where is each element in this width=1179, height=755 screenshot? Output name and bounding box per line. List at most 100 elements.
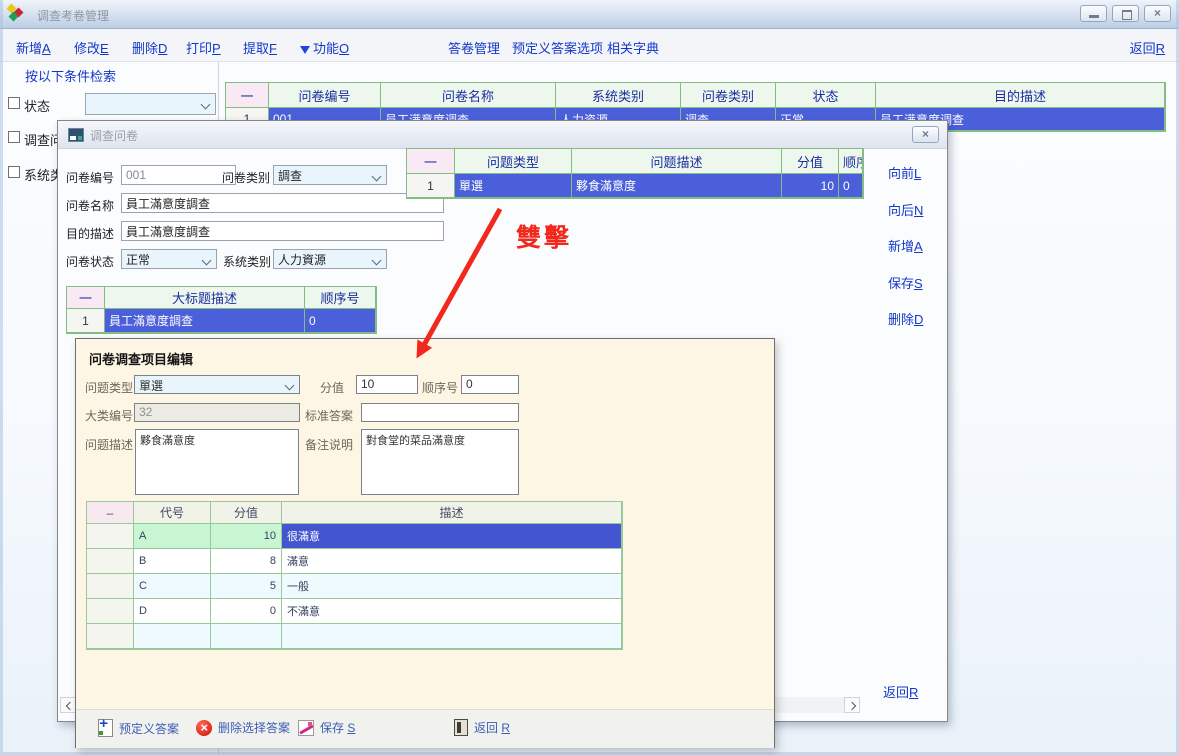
delete-selected-answers-button[interactable]: 删除选择答案 [196, 719, 290, 736]
cell-code: A [134, 524, 211, 549]
prev-button[interactable]: 向前L [888, 163, 921, 182]
item-edit-window: 问卷调查项目编辑 问题类型 單選 分值 10 顺序号 0 大类编号 32 标准答… [75, 338, 775, 748]
category-label: 问卷类别 [222, 169, 270, 186]
delete-button[interactable]: 删除D [888, 309, 923, 328]
chevron-right-icon [848, 702, 856, 710]
screen: 调查考卷管理 × 新增A 修改E 删除D 打印P 提取F 功能O 答卷管理 预定… [0, 0, 1179, 755]
header-question-desc: 问题描述 [572, 149, 782, 174]
type-label: 问题类型 [85, 379, 133, 396]
answer-field[interactable] [361, 403, 519, 422]
header-category: 问卷类别 [681, 83, 776, 108]
answer-row-empty[interactable] [87, 624, 622, 649]
order-field[interactable]: 0 [461, 375, 519, 394]
cell-code: D [134, 599, 211, 624]
scroll-right-button[interactable] [844, 697, 860, 713]
cell-score: 10 [211, 524, 282, 549]
toolbar-predefined-options-link[interactable]: 预定义答案选项 [512, 38, 603, 57]
section-table: 一 大标题描述 顺序号 1 員工滿意度調查 0 [66, 286, 377, 334]
cell-index: 1 [67, 309, 105, 333]
category-dropdown[interactable]: 調查 [273, 165, 387, 185]
number-field[interactable]: 001 [121, 165, 236, 185]
toolbar-answer-mgmt-link[interactable]: 答卷管理 [448, 38, 500, 57]
survey-checkbox[interactable] [8, 131, 20, 143]
doc-plus-icon [98, 719, 113, 737]
exit-door-icon [454, 719, 468, 736]
header-score: 分值 [782, 149, 839, 174]
cell-rowmark [87, 599, 134, 624]
system-dropdown[interactable]: 人力資源 [273, 249, 387, 269]
name-field[interactable]: 員工滿意度調查 [121, 193, 444, 213]
system-label: 系统类别 [223, 253, 271, 270]
toolbar-extract-button[interactable]: 提取F [243, 38, 277, 57]
question-row[interactable]: 1 單選 夥食滿意度 10 0 [407, 174, 863, 198]
cell-question-desc: 夥食滿意度 [572, 174, 782, 198]
toolbar-return-button[interactable]: 返回R [1130, 38, 1165, 57]
status-checkbox[interactable] [8, 97, 20, 109]
answer-row[interactable]: C 5 一般 [87, 574, 622, 599]
item-edit-footer: 预定义答案 删除选择答案 保存 S 返回 R [76, 709, 774, 748]
next-button[interactable]: 向后N [888, 200, 923, 219]
cell-code: B [134, 549, 211, 574]
cell-code: C [134, 574, 211, 599]
cell-score: 0 [211, 599, 282, 624]
header-name: 问卷名称 [381, 83, 556, 108]
status-dropdown[interactable] [85, 93, 216, 115]
answer-row[interactable]: D 0 不滿意 [87, 599, 622, 624]
survey-window-titlebar: 调查问卷 × [58, 121, 947, 149]
toolbar-dictionary-link[interactable]: 相关字典 [607, 38, 659, 57]
item-edit-title: 问卷调查项目编辑 [89, 349, 193, 368]
answers-table: – 代号 分值 描述 A 10 很滿意 B 8 滿意 C 5 一般 [86, 501, 623, 650]
cell-score [211, 624, 282, 649]
toolbar-function-button[interactable]: 功能O [300, 38, 349, 57]
header-section-title: 大标题描述 [105, 287, 305, 309]
save-pencil-icon [298, 720, 314, 736]
survey-close-button[interactable]: × [912, 126, 939, 143]
header-order: 顺序号 [305, 287, 376, 309]
cell-question-type: 單選 [455, 174, 572, 198]
form-icon [68, 128, 84, 142]
cell-description: 一般 [282, 574, 622, 599]
add-button[interactable]: 新增A [888, 236, 923, 255]
section-row[interactable]: 1 員工滿意度調查 0 [67, 309, 376, 333]
minimize-button[interactable] [1080, 5, 1107, 22]
return-button[interactable]: 返回 R [454, 719, 510, 736]
header-code: 代号 [134, 502, 211, 524]
answer-row[interactable]: A 10 很滿意 [87, 524, 622, 549]
close-button[interactable]: × [1144, 5, 1171, 22]
section-table-header: 一 大标题描述 顺序号 [67, 287, 376, 309]
answers-table-header: – 代号 分值 描述 [87, 502, 622, 524]
desc-textarea[interactable]: 夥食滿意度 [135, 429, 299, 495]
name-label: 问卷名称 [66, 197, 114, 214]
toolbar-print-button[interactable]: 打印P [186, 38, 221, 57]
toolbar-add-button[interactable]: 新增A [16, 38, 51, 57]
cell-index: 1 [407, 174, 455, 198]
red-x-icon [196, 720, 212, 736]
toolbar-delete-button[interactable]: 删除D [132, 38, 167, 57]
save-button[interactable]: 保存S [888, 273, 923, 292]
status-dropdown[interactable]: 正常 [121, 249, 217, 269]
cell-order: 0 [839, 174, 863, 198]
chevron-down-icon [372, 256, 382, 266]
score-field[interactable]: 10 [356, 375, 418, 394]
predefined-answers-button[interactable]: 预定义答案 [98, 719, 179, 737]
header-description: 描述 [282, 502, 622, 524]
header-dash: 一 [67, 287, 105, 309]
return-button[interactable]: 返回R [883, 682, 918, 701]
type-dropdown[interactable]: 單選 [134, 375, 300, 394]
window-title: 调查考卷管理 [37, 7, 109, 24]
purpose-field[interactable]: 員工滿意度調查 [121, 221, 444, 241]
answer-row[interactable]: B 8 滿意 [87, 549, 622, 574]
header-score: 分值 [211, 502, 282, 524]
cell-section-title: 員工滿意度調查 [105, 309, 305, 333]
search-panel-title: 按以下条件检索 [25, 66, 116, 85]
note-textarea[interactable]: 對食堂的菜品滿意度 [361, 429, 519, 495]
toolbar-edit-button[interactable]: 修改E [74, 38, 109, 57]
cell-score: 10 [782, 174, 839, 198]
scroll-left-button[interactable] [60, 697, 76, 713]
question-table-header: 一 问题类型 问题描述 分值 顺序号 [407, 149, 863, 174]
cell-code [134, 624, 211, 649]
save-button[interactable]: 保存 S [298, 719, 355, 736]
system-checkbox[interactable] [8, 166, 20, 178]
purpose-label: 目的描述 [66, 225, 114, 242]
maximize-button[interactable] [1112, 5, 1139, 22]
